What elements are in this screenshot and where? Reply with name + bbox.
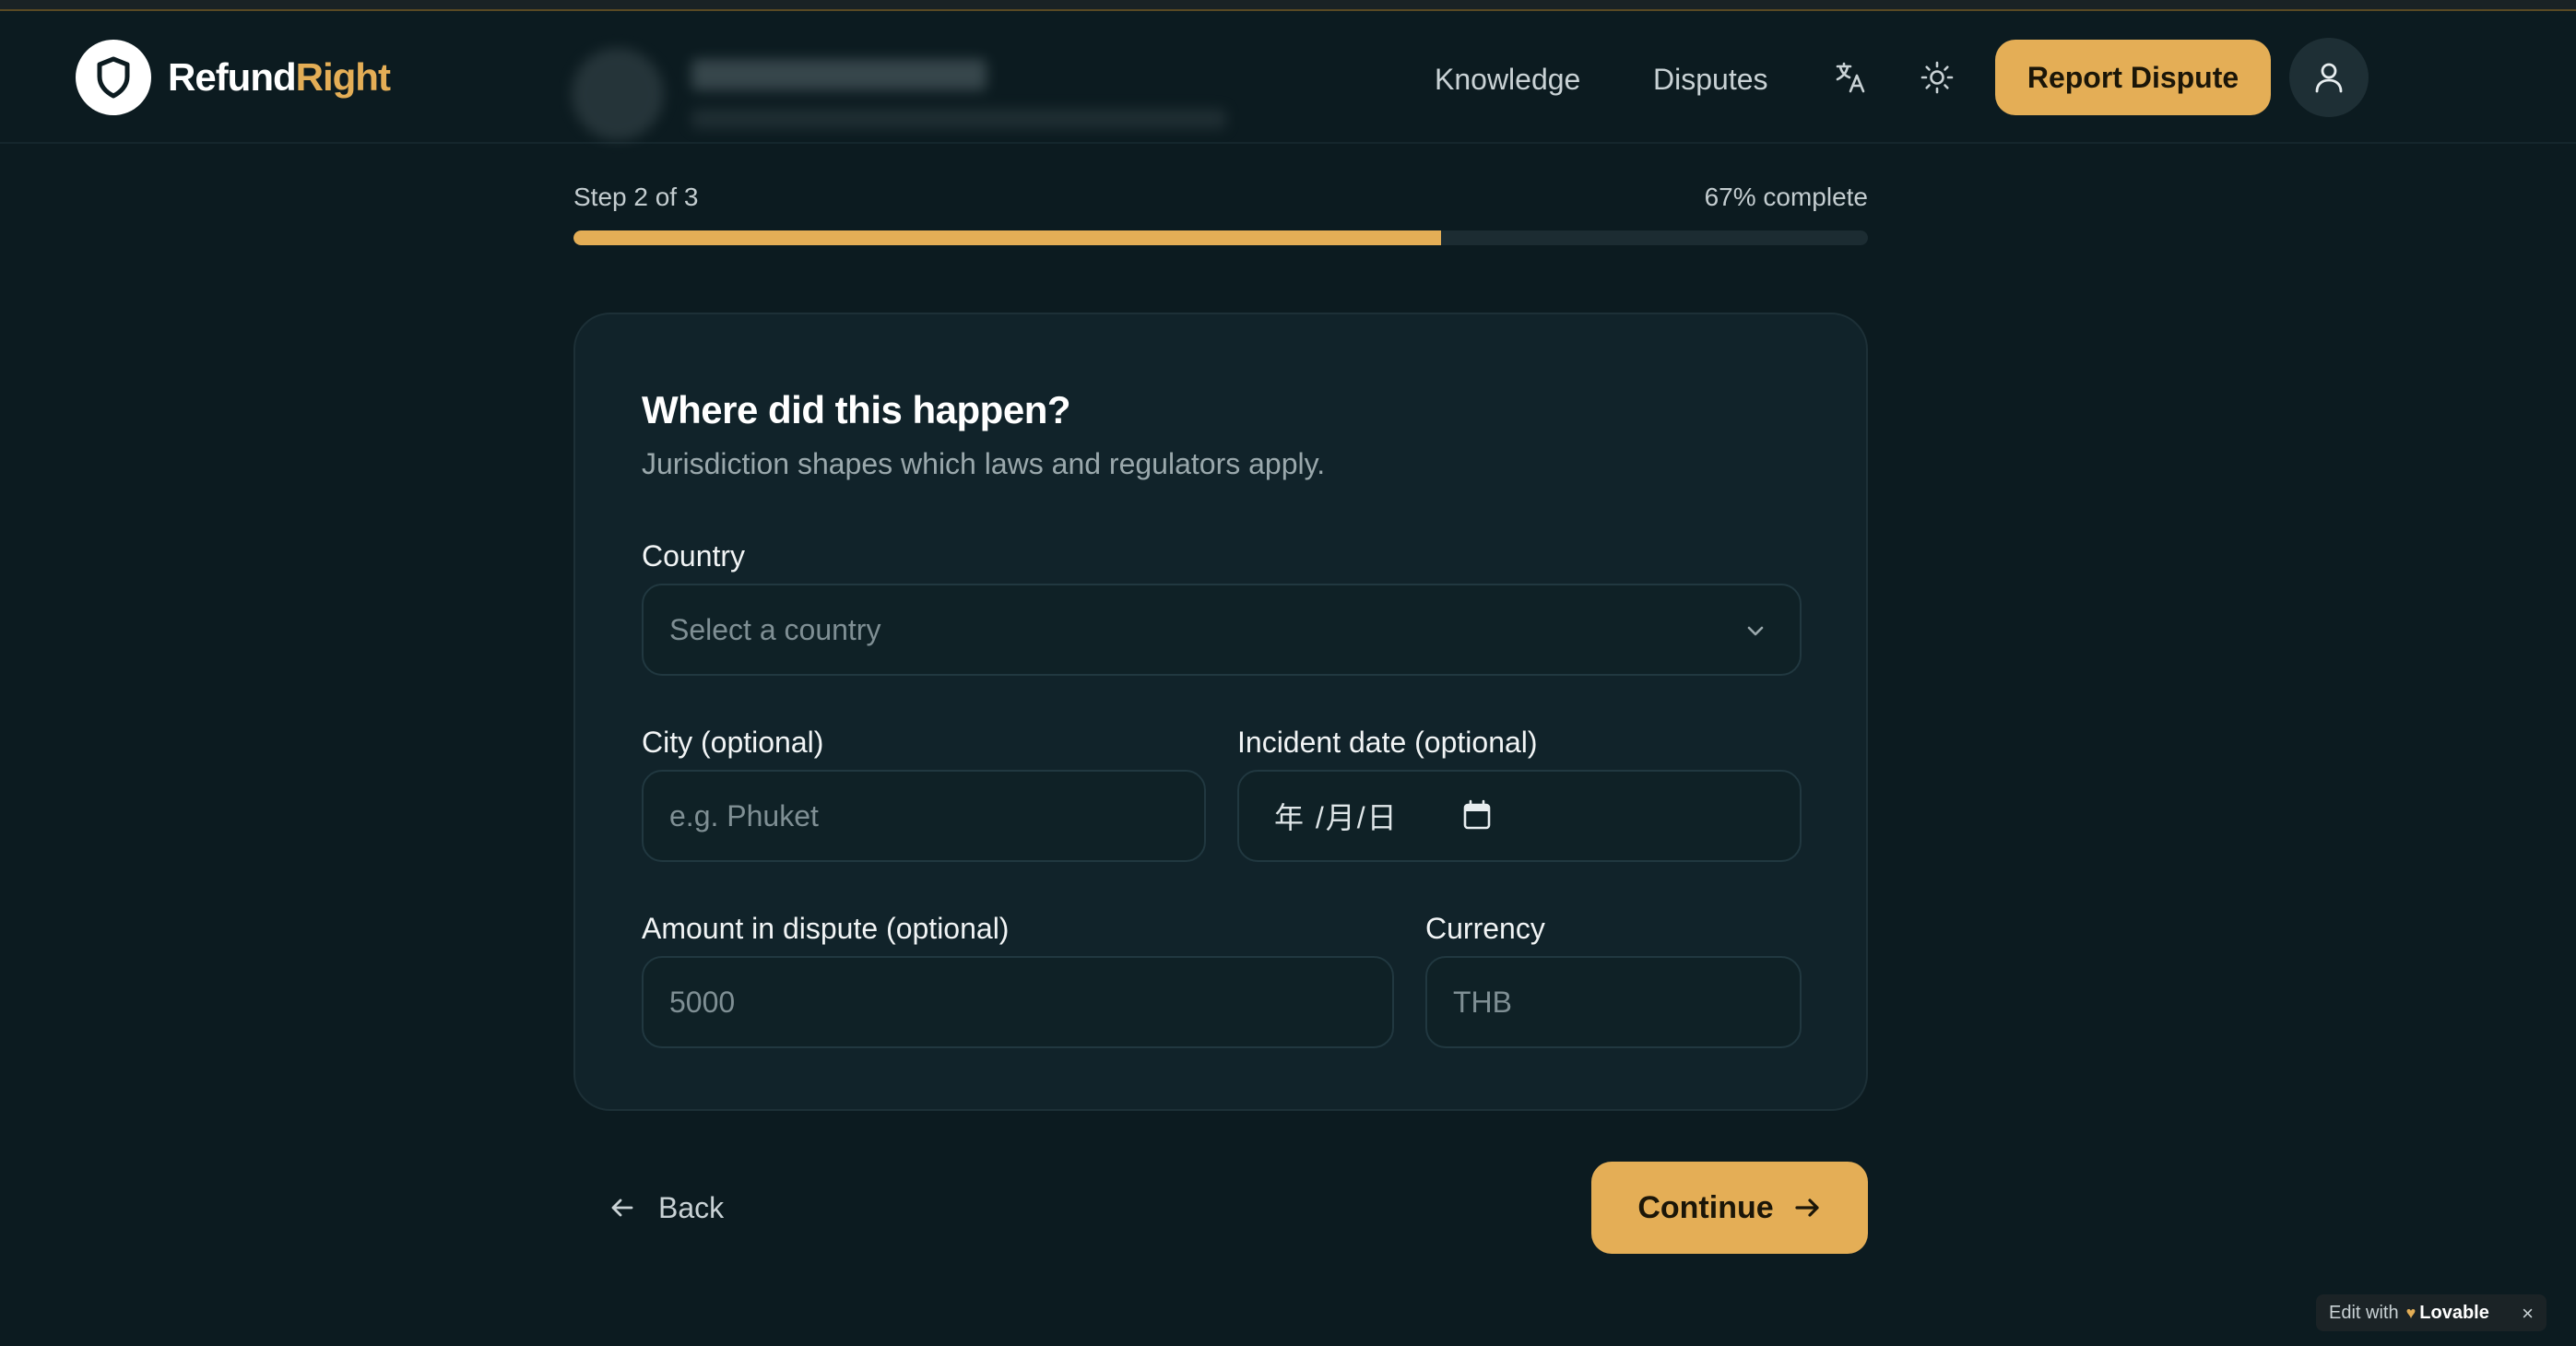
incident-date-placeholder: 年 /月/日 — [1274, 801, 1399, 834]
calendar-icon[interactable] — [1462, 799, 1492, 831]
top-accent-line — [0, 0, 2576, 11]
back-button-label: Back — [658, 1190, 725, 1224]
chevron-down-icon — [1747, 626, 1764, 636]
brand-name-part1: Refund — [168, 55, 297, 99]
progress-bar — [573, 230, 1868, 245]
brand-logo[interactable]: RefundRight — [76, 40, 391, 115]
currency-input-placeholder: THB — [1453, 985, 1512, 1019]
step-indicator: Step 2 of 3 — [573, 183, 699, 211]
country-select[interactable]: Select a country — [642, 584, 1802, 676]
account-button[interactable] — [2289, 38, 2369, 117]
city-label: City (optional) — [642, 726, 824, 759]
brand-name: RefundRight — [168, 55, 391, 100]
edit-with-lovable-badge[interactable]: Edit with ♥ Lovable × — [2316, 1294, 2546, 1331]
progress-percent: 67% complete — [1704, 183, 1868, 211]
badge-brand: Lovable — [2419, 1302, 2489, 1323]
app-header: RefundRight Knowledge Disputes Report Di… — [0, 11, 2576, 144]
translate-icon[interactable] — [1825, 52, 1876, 103]
progress-bar-fill — [573, 230, 1441, 245]
nav-knowledge-link[interactable]: Knowledge — [1435, 63, 1580, 97]
blurred-user-info — [562, 39, 1245, 140]
shield-icon — [76, 40, 151, 115]
heart-icon: ♥ — [2405, 1303, 2416, 1322]
amount-label: Amount in dispute (optional) — [642, 912, 1010, 945]
badge-prefix: Edit with — [2329, 1302, 2399, 1323]
currency-label: Currency — [1425, 912, 1545, 945]
sun-icon[interactable] — [1911, 52, 1963, 103]
country-select-value: Select a country — [669, 612, 881, 646]
continue-button-label: Continue — [1637, 1189, 1774, 1225]
incident-date-input[interactable]: 年 /月/日 — [1237, 770, 1802, 862]
amount-input[interactable]: 5000 — [642, 956, 1394, 1048]
amount-input-placeholder: 5000 — [669, 985, 736, 1019]
continue-button[interactable]: Continue — [1591, 1162, 1868, 1254]
currency-input[interactable]: THB — [1425, 956, 1802, 1048]
arrow-right-icon — [1795, 1198, 1819, 1217]
country-label: Country — [642, 539, 746, 573]
nav-disputes-link[interactable]: Disputes — [1653, 63, 1768, 97]
arrow-left-icon — [611, 1198, 633, 1217]
form-subtitle: Jurisdiction shapes which laws and regul… — [642, 447, 1326, 480]
brand-name-part2: Right — [295, 55, 391, 99]
report-dispute-button[interactable]: Report Dispute — [1995, 40, 2271, 115]
user-icon — [2315, 63, 2343, 93]
incident-date-label: Incident date (optional) — [1237, 726, 1538, 759]
city-input[interactable]: e.g. Phuket — [642, 770, 1206, 862]
close-icon[interactable]: × — [2522, 1302, 2534, 1326]
back-button[interactable]: Back — [609, 1178, 724, 1237]
form-title: Where did this happen? — [642, 388, 1071, 431]
city-input-placeholder: e.g. Phuket — [669, 798, 819, 832]
location-form-card: Where did this happen? Jurisdiction shap… — [573, 313, 1868, 1111]
